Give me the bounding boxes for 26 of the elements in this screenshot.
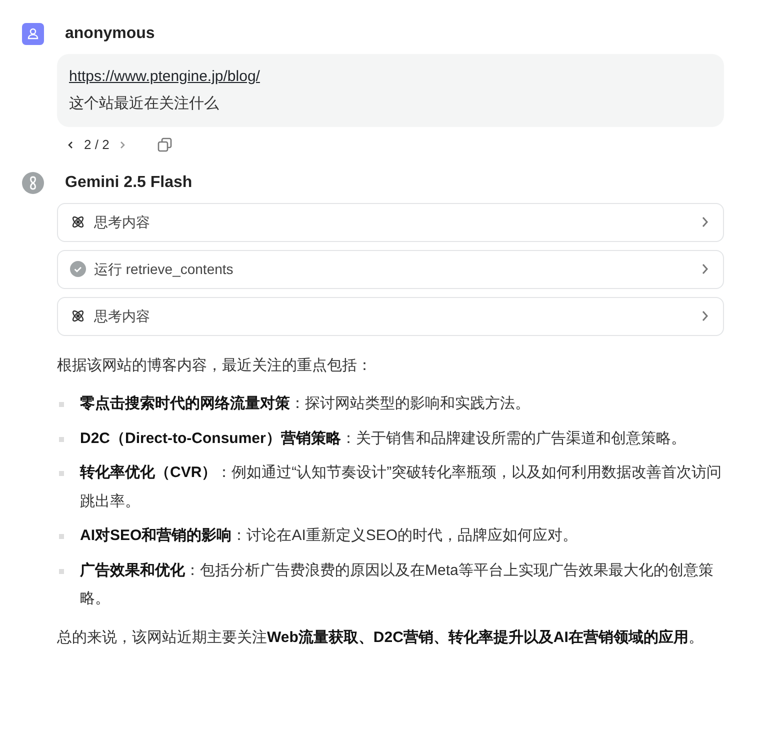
list-item-text: 广告效果和优化：包括分析广告费浪费的原因以及在Meta等平台上实现广告效果最大化的创意策略。 <box>80 560 714 609</box>
atom-icon <box>70 308 86 324</box>
step-item[interactable]: 思考内容 <box>57 202 724 242</box>
assistant-name: Gemini 2.5 Flash <box>65 172 192 192</box>
link[interactable]: https://www.ptengine.jp/blog/ <box>69 66 260 88</box>
message-text: 这个站最近在关注什么 <box>69 94 219 114</box>
atom-icon <box>70 214 86 230</box>
bullet-icon <box>59 471 64 476</box>
step-item[interactable]: 思考内容 <box>57 296 724 336</box>
paragraph: 根据该网站的博客内容，最近关注的重点包括： <box>57 356 373 376</box>
user-name: anonymous <box>65 24 155 44</box>
bullet-icon <box>59 402 64 407</box>
step-item[interactable]: 运行 retrieve_contents <box>57 250 724 288</box>
list-item-text: AI对SEO和营销的影响：讨论在AI重新定义SEO的时代，品牌应如何应对。 <box>80 526 578 546</box>
page-counter: 2 / 2 <box>84 136 110 154</box>
bullet-icon <box>59 436 64 442</box>
bullet-icon <box>59 534 64 539</box>
assistant-avatar-icon <box>22 172 44 194</box>
copy-icon <box>157 136 174 153</box>
list-item-text: 零点击搜索时代的网络流量对策：探讨网站类型的影响和实践方法。 <box>80 394 530 414</box>
check-icon <box>70 261 86 277</box>
user-avatar-icon <box>22 23 44 45</box>
list-item-text: D2C（Direct-to-Consumer）营销策略：关于销售和品牌建设所需的广告渠道和创意策略。 <box>80 428 686 448</box>
list-item-text: 转化率优化（CVR）：例如通过“认知节奏设计”突破转化率瓶颈，以及如何利用数据改善首次访问跳出率。 <box>80 463 723 512</box>
paragraph: 总的来说，该网站近期主要关注Web流量获取、D2C营销、转化率提升以及AI在营销领域的应用。 <box>57 628 704 648</box>
bullet-icon <box>59 568 64 574</box>
